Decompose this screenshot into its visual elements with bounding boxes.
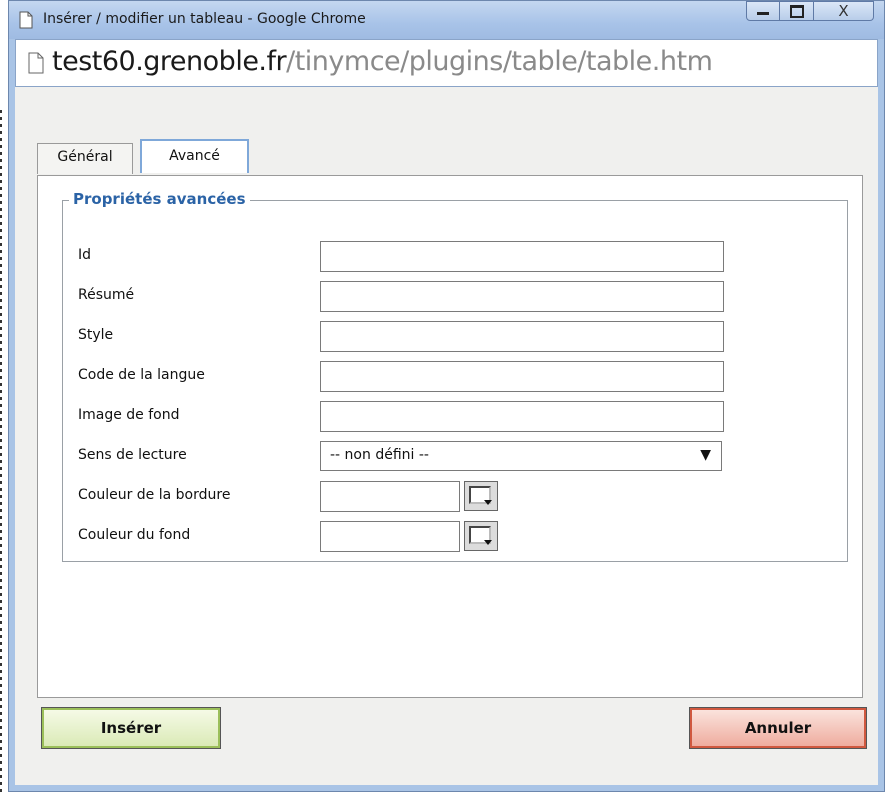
window-title: Insérer / modifier un tableau - Google C… bbox=[43, 11, 366, 27]
border-color-input[interactable] bbox=[320, 481, 460, 512]
minimize-icon bbox=[757, 12, 769, 15]
picker-arrow-icon bbox=[484, 500, 492, 505]
fieldset-legend: Propriétés avancées bbox=[69, 190, 250, 208]
direction-select[interactable]: -- non défini -- ▼ bbox=[320, 441, 722, 471]
id-label: Id bbox=[78, 247, 92, 263]
maximize-button[interactable] bbox=[780, 1, 814, 21]
close-icon: X bbox=[838, 2, 849, 20]
background-image-input[interactable] bbox=[320, 401, 724, 432]
style-label: Style bbox=[78, 327, 114, 343]
style-input[interactable] bbox=[320, 321, 724, 352]
chrome-popup-window: Insérer / modifier un tableau - Google C… bbox=[8, 0, 885, 792]
window-controls: X bbox=[746, 1, 874, 21]
maximize-icon bbox=[789, 4, 804, 18]
id-input[interactable] bbox=[320, 241, 724, 272]
minimize-button[interactable] bbox=[746, 1, 780, 21]
lang-code-input[interactable] bbox=[320, 361, 724, 392]
url-text[interactable]: test60.grenoble.fr/tinymce/plugins/table… bbox=[52, 46, 713, 77]
tab-advanced[interactable]: Avancé bbox=[140, 139, 249, 173]
border-color-label: Couleur de la bordure bbox=[78, 487, 231, 503]
summary-input[interactable] bbox=[320, 281, 724, 312]
background-color-picker-button[interactable] bbox=[464, 521, 498, 551]
dialog-content: Général Avancé Propriétés avancées Id Ré… bbox=[15, 87, 878, 785]
tab-general[interactable]: Général bbox=[37, 143, 133, 174]
direction-selected-value: -- non défini -- bbox=[330, 447, 429, 463]
insert-button[interactable]: Insérer bbox=[41, 707, 221, 749]
direction-label: Sens de lecture bbox=[78, 447, 187, 463]
advanced-properties-fieldset: Propriétés avancées Id Résumé Style Code… bbox=[62, 190, 848, 562]
background-page-edge bbox=[0, 0, 6, 792]
picker-arrow-icon bbox=[484, 540, 492, 545]
page-icon bbox=[28, 52, 44, 74]
background-image-label: Image de fond bbox=[78, 407, 180, 423]
border-color-picker-button[interactable] bbox=[464, 481, 498, 511]
document-icon bbox=[19, 11, 33, 29]
background-color-label: Couleur du fond bbox=[78, 527, 191, 543]
url-path: /tinymce/plugins/table/table.htm bbox=[286, 46, 713, 77]
summary-label: Résumé bbox=[78, 287, 135, 303]
dropdown-arrow-icon: ▼ bbox=[700, 447, 711, 463]
title-bar[interactable]: Insérer / modifier un tableau - Google C… bbox=[9, 1, 884, 39]
advanced-panel: Propriétés avancées Id Résumé Style Code… bbox=[37, 175, 863, 698]
cancel-button[interactable]: Annuler bbox=[689, 707, 867, 749]
background-color-input[interactable] bbox=[320, 521, 460, 552]
url-host: test60.grenoble.fr bbox=[52, 46, 287, 77]
address-bar[interactable]: test60.grenoble.fr/tinymce/plugins/table… bbox=[15, 39, 878, 87]
close-button[interactable]: X bbox=[814, 1, 874, 21]
page-edge-dotted-line bbox=[0, 110, 2, 792]
lang-code-label: Code de la langue bbox=[78, 367, 205, 383]
